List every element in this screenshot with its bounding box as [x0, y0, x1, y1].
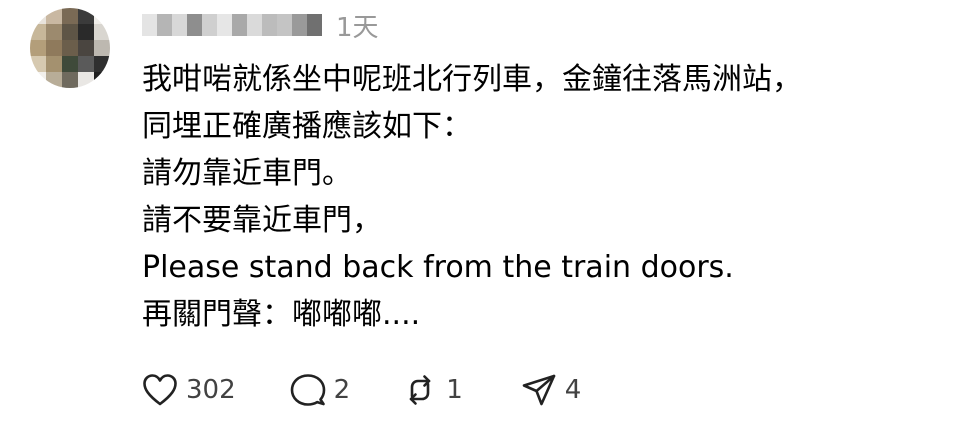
paper-plane-icon	[521, 373, 557, 407]
post-line-1: 我咁啱就係坐中呢班北行列車，金鐘往落馬洲站，	[142, 62, 802, 97]
reply-count: 2	[333, 375, 351, 405]
reply-button[interactable]: 2	[290, 373, 351, 407]
username-pixelated[interactable]	[142, 14, 322, 36]
speech-bubble-icon	[290, 373, 326, 407]
post-header: 1天	[142, 7, 379, 44]
post-line-4: 請不要靠近車門，	[142, 203, 382, 238]
repost-count: 1	[446, 375, 463, 405]
post-line-5: Please stand back from the train doors.	[142, 250, 734, 285]
like-button[interactable]: 302	[142, 373, 236, 407]
post-line-6: 再關門聲：嘟嘟嘟....	[142, 297, 421, 332]
post-line-3: 請勿靠近車門。	[142, 156, 352, 191]
heart-icon	[142, 373, 178, 407]
share-button[interactable]: 4	[521, 373, 582, 407]
action-bar: 302 2 1 4	[142, 370, 581, 410]
repost-button[interactable]: 1	[402, 373, 463, 407]
repost-arrows-icon	[402, 373, 438, 407]
post-content: 我咁啱就係坐中呢班北行列車，金鐘往落馬洲站， 同埋正確廣播應該如下： 請勿靠近車…	[142, 56, 932, 338]
post-line-2: 同埋正確廣播應該如下：	[142, 109, 472, 144]
share-count: 4	[564, 375, 582, 405]
post-time[interactable]: 1天	[336, 7, 379, 44]
avatar[interactable]	[30, 8, 110, 88]
like-count: 302	[186, 375, 236, 405]
